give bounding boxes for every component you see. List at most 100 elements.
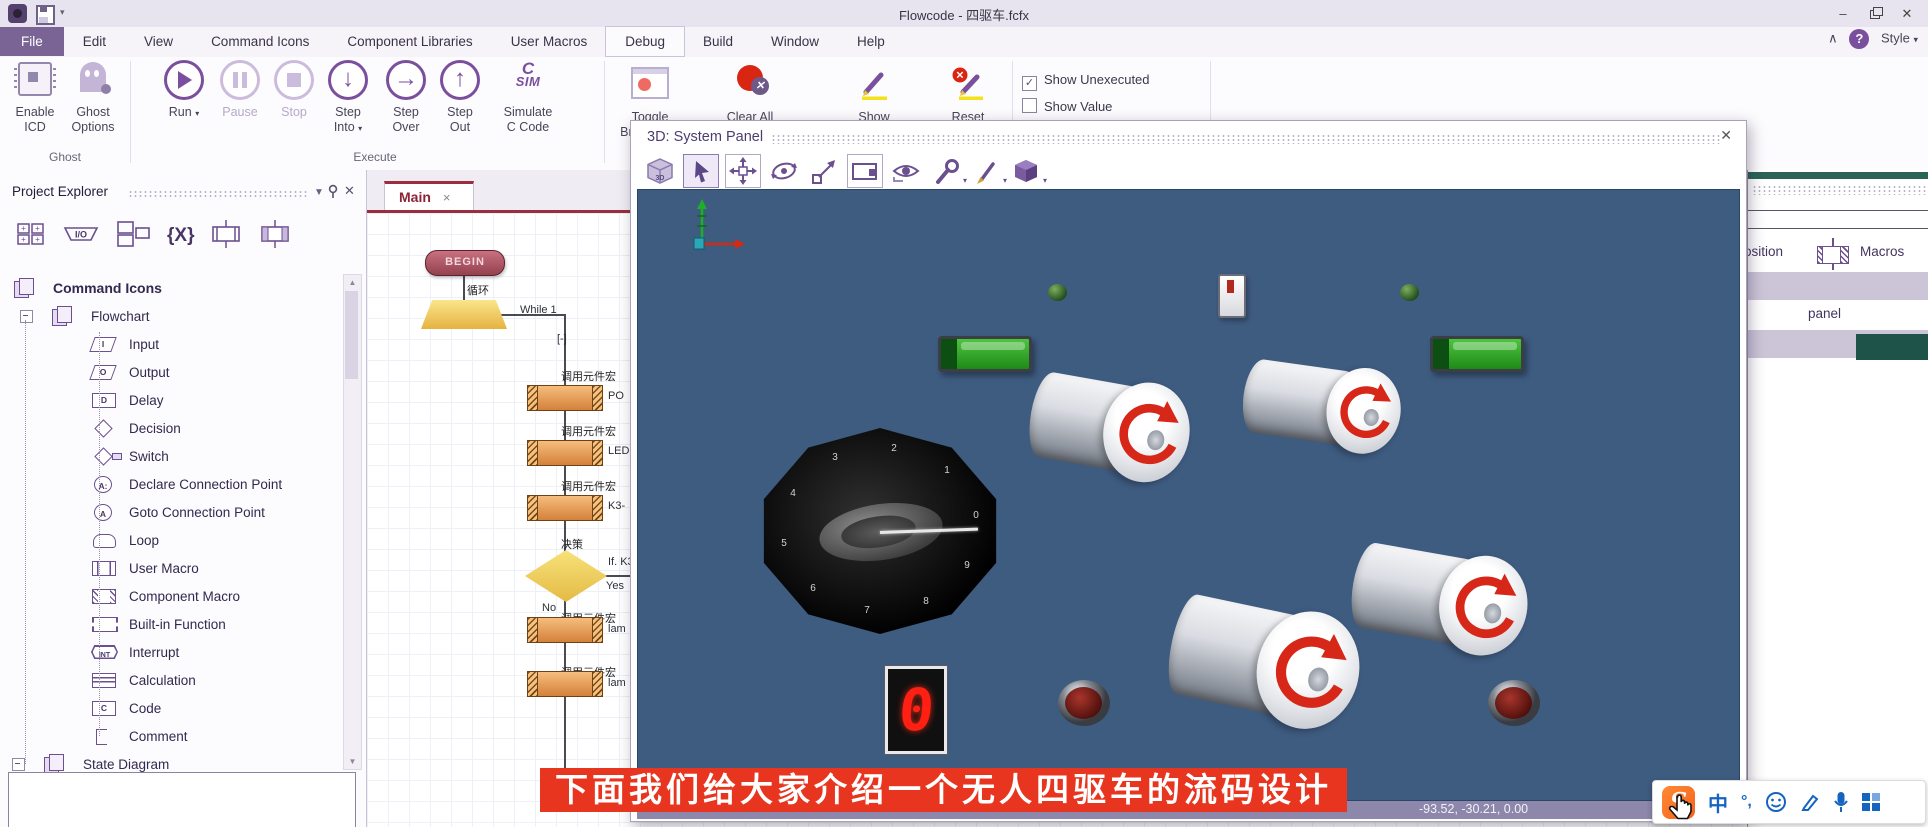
tree-item-output[interactable]: OOutput [0, 358, 340, 386]
emoji-icon[interactable] [1765, 791, 1787, 813]
ribbon-button-pause[interactable]: Pause [216, 60, 264, 154]
style-button[interactable]: Style [1881, 30, 1910, 45]
ribbon-button-run[interactable]: Run ▾ [160, 60, 208, 154]
panel-menu-caret-icon[interactable]: ▼ [314, 187, 324, 198]
restore-button[interactable] [1860, 6, 1890, 22]
explorer-scrollbar[interactable]: ▲ ▼ [343, 274, 362, 770]
3d-panel-drag-handle[interactable] [771, 134, 1721, 144]
table-row[interactable] [1748, 272, 1928, 300]
microphone-icon[interactable] [1833, 791, 1849, 813]
menu-item-window[interactable]: Window [752, 27, 838, 56]
potentiometer-knob[interactable] [1488, 680, 1540, 726]
tree-item-declare-connection-point[interactable]: A:Declare Connection Point [0, 470, 340, 498]
handwriting-pen-icon[interactable] [1800, 792, 1820, 812]
macro-icon[interactable] [209, 220, 243, 253]
scale-expand-icon[interactable] [807, 155, 841, 187]
tree-item-input[interactable]: IInput [0, 330, 340, 358]
ribbon-button-ghost-options[interactable]: GhostOptions [64, 60, 122, 154]
tab-close-icon[interactable]: × [443, 190, 451, 205]
visibility-eye-icon[interactable] [889, 155, 923, 187]
menu-item-command-icons[interactable]: Command Icons [192, 27, 328, 56]
panel-drag-handle[interactable] [1752, 185, 1928, 195]
menu-item-user-macros[interactable]: User Macros [492, 27, 607, 56]
dc-motor[interactable] [1345, 533, 1536, 662]
ribbon-button-step-over[interactable]: →StepOver [380, 60, 432, 154]
ime-punctuation-button[interactable]: °, [1741, 793, 1752, 811]
flowchart-macro-node[interactable] [527, 671, 603, 697]
toggle-switch[interactable] [1218, 274, 1246, 318]
windows-icon[interactable] [116, 220, 152, 253]
tree-item-command-icons[interactable]: Command Icons [0, 274, 340, 302]
braces-x-icon[interactable]: {X} [167, 225, 194, 247]
minimize-button[interactable]: – [1828, 6, 1858, 22]
tree-item-flowchart[interactable]: Flowchart [0, 302, 340, 330]
menu-item-help[interactable]: Help [838, 27, 904, 56]
tree-item-interrupt[interactable]: INTInterrupt [0, 638, 340, 666]
scrollbar-thumb[interactable] [345, 291, 358, 379]
tree-item-built-in-function[interactable]: Built-in Function [0, 610, 340, 638]
paint-brush-icon[interactable]: ▾ [969, 155, 1003, 187]
3d-panel-close-icon[interactable]: ✕ [1720, 127, 1732, 144]
tree-item-decision[interactable]: Decision [0, 414, 340, 442]
close-button[interactable]: ✕ [1892, 6, 1922, 22]
led-indicator[interactable] [1400, 284, 1419, 301]
pan-move-icon[interactable] [725, 154, 761, 188]
selected-cell[interactable] [1856, 334, 1928, 360]
ribbon-button-enable-icd[interactable]: EnableICD [8, 60, 62, 154]
tree-item-comment[interactable]: Comment [0, 722, 340, 750]
menu-item-build[interactable]: Build [684, 27, 752, 56]
scroll-up-icon[interactable]: ▲ [344, 275, 361, 290]
flowchart-begin-node[interactable]: BEGIN [425, 250, 505, 276]
tree-item-calculation[interactable]: Calculation [0, 666, 340, 694]
tree-item-user-macro[interactable]: User Macro [0, 554, 340, 582]
cube-3d-icon[interactable]: 3D [643, 155, 677, 187]
tree-item-switch[interactable]: Switch [0, 442, 340, 470]
checkbox-show-unexecuted[interactable]: ✓Show Unexecuted [1022, 71, 1150, 91]
rotary-dial[interactable]: 0123456789 [758, 428, 1002, 634]
tree-item-code[interactable]: CCode [0, 694, 340, 722]
flowchart-macro-node[interactable] [527, 617, 603, 643]
menu-item-edit[interactable]: Edit [64, 27, 125, 56]
dc-motor[interactable] [1238, 351, 1406, 458]
tree-item-goto-connection-point[interactable]: AGoto Connection Point [0, 498, 340, 526]
collapse-marker[interactable]: [-] [557, 333, 567, 345]
collapse-ribbon-icon[interactable]: ∧ [1828, 30, 1838, 45]
potentiometer-knob[interactable] [1058, 680, 1110, 726]
flowchart-macro-node[interactable] [527, 385, 603, 411]
ime-panel-grid-icon[interactable] [1862, 793, 1880, 811]
flowchart-macro-node[interactable] [527, 495, 603, 521]
tree-expander-icon[interactable] [12, 758, 25, 771]
panel-row-label[interactable]: panel [1808, 306, 1841, 321]
grid-plus-icon[interactable]: ++++ [16, 221, 46, 252]
flowchart-macro-node[interactable] [527, 440, 603, 466]
tree-item-loop[interactable]: Loop [0, 526, 340, 554]
menu-item-component-libraries[interactable]: Component Libraries [328, 27, 491, 56]
orbit-rotate-icon[interactable] [767, 155, 801, 187]
panel-drag-handle[interactable] [128, 190, 308, 199]
select-cursor-icon[interactable] [683, 154, 719, 188]
flowchart-decision-node[interactable] [525, 550, 607, 602]
led-module[interactable] [938, 336, 1032, 372]
tree-item-delay[interactable]: DDelay [0, 386, 340, 414]
tab-main[interactable]: Main× [384, 181, 474, 210]
led-module[interactable] [1430, 336, 1524, 372]
tools-wrench-icon[interactable]: ▾ [929, 155, 963, 187]
3d-viewport[interactable]: 0123456789 0 [637, 189, 1740, 801]
ribbon-button-step-into[interactable]: ↓StepInto ▾ [322, 60, 374, 154]
menu-item-debug[interactable]: Debug [606, 27, 684, 56]
flowchart-loop-node[interactable] [421, 300, 507, 329]
frame-select-icon[interactable] [847, 154, 883, 188]
ribbon-button-step-out[interactable]: ↑StepOut [436, 60, 484, 154]
solid-cube-icon[interactable]: ▾ [1009, 155, 1043, 187]
scroll-down-icon[interactable]: ▼ [344, 754, 361, 769]
menu-item-file[interactable]: File [0, 27, 64, 56]
component-macro-icon[interactable] [258, 220, 292, 253]
dc-motor[interactable] [1160, 584, 1370, 739]
panel-close-icon[interactable]: ✕ [344, 183, 355, 199]
pin-icon[interactable] [326, 184, 340, 199]
help-icon[interactable]: ? [1849, 29, 1869, 49]
io-icon[interactable]: I/O [61, 222, 101, 251]
menu-item-view[interactable]: View [125, 27, 192, 56]
ribbon-button-stop[interactable]: Stop [270, 60, 318, 154]
seven-segment-display[interactable]: 0 [885, 666, 947, 754]
